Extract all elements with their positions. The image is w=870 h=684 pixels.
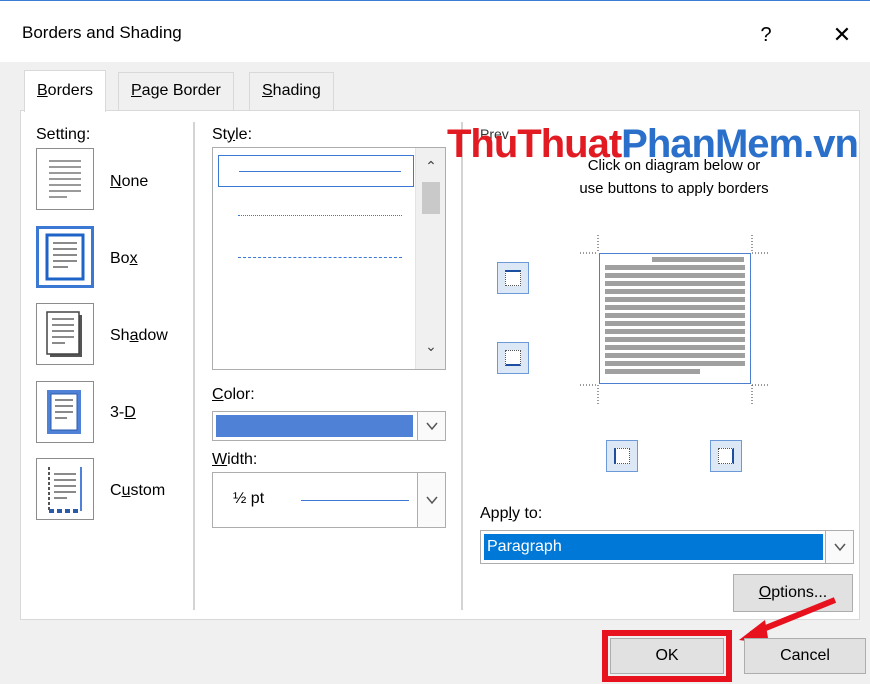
ok-highlight-box <box>602 630 732 682</box>
tab-accel: B <box>37 82 48 99</box>
chevron-down-icon[interactable] <box>417 473 445 527</box>
setting-heading: Setting: <box>36 126 91 143</box>
tab-page-border[interactable]: Page Border <box>118 72 234 110</box>
accel: W <box>212 451 228 468</box>
dialog-title: Borders and Shading <box>22 23 182 42</box>
style-option-dashed-large[interactable] <box>218 283 414 315</box>
setting-shadow-label[interactable]: Shadow <box>110 327 168 345</box>
width-dropdown[interactable]: ½ pt <box>212 472 446 528</box>
tab-label: Shading <box>262 82 321 99</box>
tab-shading[interactable]: Shading <box>249 72 334 110</box>
top-border-icon <box>505 270 521 286</box>
tab-borders[interactable]: Borders <box>24 70 107 112</box>
style-line <box>238 215 402 216</box>
setting-box-label[interactable]: Box <box>110 250 138 268</box>
scroll-up-icon[interactable]: ⌃ <box>416 158 446 175</box>
divider <box>193 122 195 610</box>
setting-none-label[interactable]: None <box>110 173 148 191</box>
accel: a <box>129 327 139 344</box>
cancel-button[interactable]: Cancel <box>744 638 866 674</box>
style-option-dotted[interactable] <box>218 199 414 231</box>
scroll-down-icon[interactable]: ⌄ <box>416 338 446 355</box>
style-listbox[interactable]: ⌃ ⌄ <box>212 147 446 370</box>
left-border-icon <box>614 448 630 464</box>
right-border-button[interactable] <box>710 440 742 472</box>
setting-none-icon[interactable] <box>36 148 94 210</box>
accel: C <box>212 386 224 403</box>
tab-accel: S <box>262 82 273 99</box>
top-border-button[interactable] <box>497 262 529 294</box>
color-swatch <box>216 415 413 437</box>
setting-custom-icon[interactable] <box>36 458 94 520</box>
close-button[interactable]: ✕ <box>822 17 862 53</box>
width-sample-line <box>301 500 409 501</box>
accel: N <box>110 173 122 190</box>
help-button[interactable]: ? <box>746 17 786 53</box>
setting-shadow-icon[interactable] <box>36 303 94 365</box>
preview-instructions-line2: use buttons to apply borders <box>579 180 769 197</box>
apply-to-value: Paragraph <box>484 534 823 560</box>
divider <box>461 122 463 610</box>
accel: u <box>121 482 131 499</box>
tab-label: Page Border <box>131 82 221 99</box>
color-heading: Color: <box>212 386 255 403</box>
style-line <box>239 171 401 172</box>
watermark-logo: ThuThuatPhanMem.vn <box>447 122 859 167</box>
left-border-button[interactable] <box>606 440 638 472</box>
preview-diagram[interactable] <box>599 253 751 384</box>
bottom-border-button[interactable] <box>497 342 529 374</box>
watermark-part1: ThuThuat <box>447 122 622 166</box>
apply-to-heading: Apply to: <box>480 505 543 522</box>
style-option-dashed-small[interactable] <box>218 241 414 273</box>
watermark-part2: PhanMem.vn <box>621 122 859 166</box>
title-bar: Borders and Shading ? ✕ <box>0 0 870 62</box>
chevron-down-icon[interactable] <box>825 531 853 563</box>
accel: l <box>508 505 513 522</box>
style-line <box>238 257 402 258</box>
apply-to-dropdown[interactable]: Paragraph <box>480 530 854 564</box>
color-dropdown[interactable] <box>212 411 446 441</box>
tab-accel: P <box>131 82 142 99</box>
setting-3d-label[interactable]: 3-D <box>110 404 136 422</box>
style-scrollbar[interactable]: ⌃ ⌄ <box>415 148 445 369</box>
style-option-solid[interactable] <box>218 155 414 187</box>
scroll-thumb[interactable] <box>422 182 440 214</box>
accel: y <box>227 126 236 143</box>
accel: x <box>129 250 138 267</box>
width-value: ½ pt <box>233 490 265 507</box>
right-border-icon <box>718 448 734 464</box>
tab-label: Borders <box>37 82 94 99</box>
accel: D <box>124 404 136 421</box>
chevron-down-icon[interactable] <box>417 412 445 440</box>
width-heading: Width: <box>212 451 258 468</box>
setting-custom-label[interactable]: Custom <box>110 482 165 500</box>
style-option-dash-dot[interactable] <box>218 328 414 360</box>
bottom-border-icon <box>505 350 521 366</box>
setting-box-icon[interactable] <box>36 226 94 288</box>
setting-3d-icon[interactable] <box>36 381 94 443</box>
style-heading: Style: <box>212 126 253 143</box>
